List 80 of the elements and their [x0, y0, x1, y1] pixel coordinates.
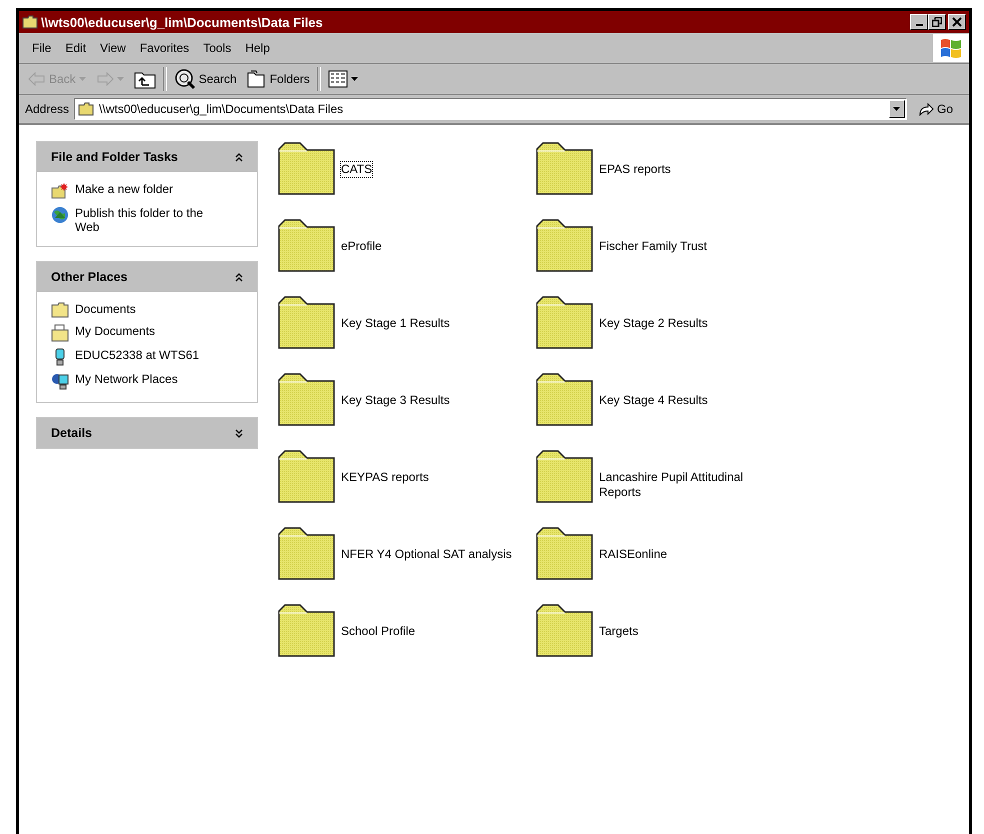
- caret-icon: [893, 107, 900, 111]
- folder-icon[interactable]: [278, 449, 336, 503]
- search-icon: [174, 68, 196, 90]
- task-link[interactable]: My Network Places: [75, 372, 178, 386]
- folder-name[interactable]: KEYPAS reports: [340, 469, 430, 486]
- network-icon: [51, 372, 69, 390]
- panel-header[interactable]: Other Places: [37, 262, 257, 292]
- folder-icon[interactable]: [278, 603, 336, 657]
- folder-icon[interactable]: [536, 526, 594, 580]
- dropdown-button[interactable]: [888, 100, 905, 118]
- folder-name[interactable]: Targets: [598, 623, 640, 640]
- folder-name[interactable]: EPAS reports: [598, 161, 672, 178]
- folder-name[interactable]: Key Stage 2 Results: [598, 315, 709, 332]
- documents-folder-icon: [51, 324, 69, 342]
- chevron-icon[interactable]: [235, 272, 243, 282]
- panel-header[interactable]: File and Folder Tasks: [37, 142, 257, 172]
- minimize-icon: [916, 24, 922, 26]
- close-icon: [952, 17, 962, 27]
- restore-button[interactable]: [928, 14, 946, 30]
- task-link[interactable]: EDUC52338 at WTS61: [75, 348, 200, 362]
- folder-icon[interactable]: [278, 295, 336, 349]
- folder-icon[interactable]: [536, 218, 594, 272]
- window-title: \\wts00\educuser\g_lim\Documents\Data Files: [41, 14, 324, 30]
- folder-name[interactable]: School Profile: [340, 623, 416, 640]
- folder-icon[interactable]: [536, 141, 594, 195]
- task-link[interactable]: Publish this folder to the Web: [75, 206, 225, 234]
- folder-name[interactable]: CATS: [340, 161, 374, 178]
- address-field[interactable]: \\wts00\educuser\g_lim\Documents\Data Files: [74, 98, 907, 120]
- menu-item[interactable]: Edit: [58, 41, 94, 55]
- caret-icon: [116, 77, 124, 81]
- folder-icon[interactable]: [278, 526, 336, 580]
- folder-name[interactable]: Fischer Family Trust: [598, 238, 708, 255]
- folder-icon[interactable]: [278, 372, 336, 426]
- folder-name[interactable]: NFER Y4 Optional SAT analysis: [340, 546, 513, 563]
- close-button[interactable]: [948, 14, 966, 30]
- go-arrow-icon: [918, 102, 934, 116]
- folder-name[interactable]: Key Stage 3 Results: [340, 392, 451, 409]
- menu-item[interactable]: Favorites: [132, 41, 196, 55]
- minimize-button[interactable]: [910, 14, 928, 30]
- caret-icon: [350, 77, 358, 81]
- menu-item[interactable]: Tools: [196, 41, 238, 55]
- task-link[interactable]: Documents: [75, 302, 136, 316]
- panel-title: Details: [51, 426, 92, 440]
- folder-icon: [51, 302, 69, 318]
- folder-icon[interactable]: [536, 295, 594, 349]
- folders-icon: [246, 70, 267, 88]
- folder-name[interactable]: Key Stage 4 Results: [598, 392, 709, 409]
- menu-item[interactable]: File: [25, 41, 58, 55]
- caret-icon: [78, 77, 86, 81]
- restore-icon: [932, 17, 942, 27]
- folder-icon[interactable]: [536, 603, 594, 657]
- folder-icon: [78, 102, 94, 116]
- folder-icon: [22, 15, 38, 29]
- folder-name[interactable]: Key Stage 1 Results: [340, 315, 451, 332]
- menu-item[interactable]: Help: [238, 41, 277, 55]
- new-folder-icon: [51, 182, 69, 200]
- go-button[interactable]: Go: [912, 102, 963, 116]
- folder-name[interactable]: RAISEonline: [598, 546, 668, 563]
- address-label: Address: [25, 102, 70, 116]
- folder-icon[interactable]: [536, 449, 594, 503]
- folder-icon[interactable]: [278, 218, 336, 272]
- task-link[interactable]: My Documents: [75, 324, 156, 338]
- panel-header[interactable]: Details: [37, 418, 257, 448]
- search-button[interactable]: Search: [170, 66, 240, 92]
- folder-name[interactable]: Lancashire Pupil Attitudinal Reports: [598, 469, 780, 501]
- panel-title: File and Folder Tasks: [51, 150, 178, 164]
- folder-name[interactable]: eProfile: [340, 238, 383, 255]
- views-icon: [328, 70, 348, 88]
- back-arrow-icon: [28, 72, 46, 86]
- folder-icon[interactable]: [536, 372, 594, 426]
- folder-icon[interactable]: [278, 141, 336, 195]
- flag-icon: [939, 36, 963, 60]
- task-link[interactable]: Make a new folder: [75, 182, 174, 196]
- chevron-icon[interactable]: [235, 152, 243, 162]
- forward-arrow-icon: [96, 72, 114, 86]
- folders-button[interactable]: Folders: [244, 68, 313, 90]
- panel-title: Other Places: [51, 270, 128, 284]
- globe-icon: [51, 206, 69, 224]
- menu-item[interactable]: View: [93, 41, 133, 55]
- chevron-icon[interactable]: [235, 428, 243, 438]
